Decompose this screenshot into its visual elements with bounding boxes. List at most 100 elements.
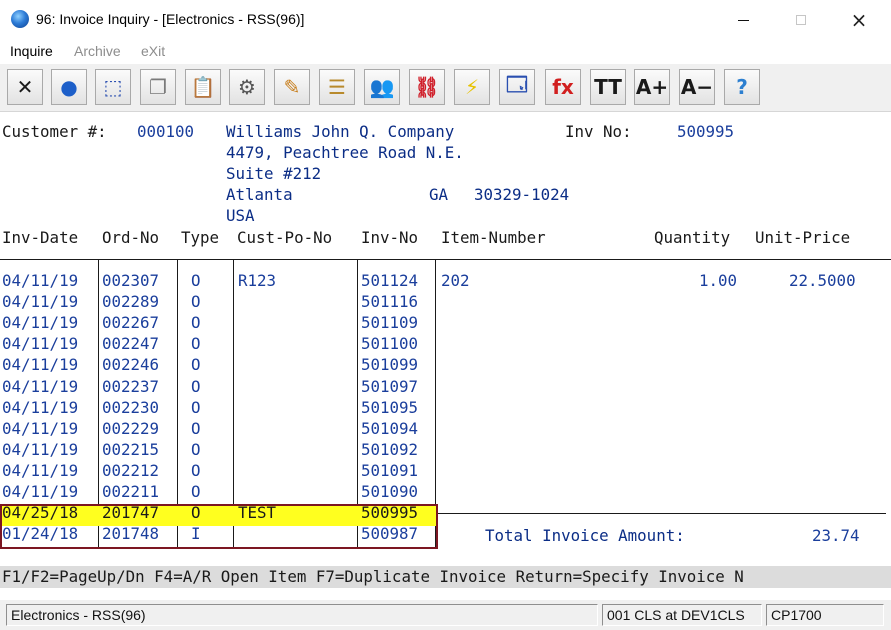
toolbar-button-close-x[interactable]: ✕ — [7, 69, 43, 105]
col-cust-po-no: Cust-Po-No — [237, 228, 333, 247]
customer-name: Williams John Q. Company — [226, 122, 455, 141]
cell-cust-po-no: R123 — [238, 271, 277, 290]
cell-inv-no: 501091 — [361, 460, 419, 480]
col-type: Type — [181, 228, 220, 247]
cell-type: O — [191, 439, 201, 459]
globe-icon: ● — [60, 75, 78, 99]
toolbar-button-users[interactable]: 👥 — [364, 69, 400, 105]
function-key-bar: F1/F2=PageUp/Dn F4=A/R Open Item F7=Dupl… — [0, 566, 891, 588]
cell-ord-no: 002289 — [102, 292, 160, 312]
detail-quantity: 1.00 — [699, 271, 738, 290]
gear-icon: ⚙ — [238, 75, 256, 99]
menu-bar: Inquire Archive eXit — [0, 40, 891, 64]
toolbar-button-gear[interactable]: ⚙ — [229, 69, 265, 105]
maximize-icon — [796, 15, 806, 25]
window-lightning-icon: 🗔 — [506, 72, 528, 96]
invoice-label: Inv No: — [565, 122, 632, 141]
minimize-button[interactable] — [720, 0, 766, 40]
cell-inv-no: 501094 — [361, 418, 419, 438]
menu-exit[interactable]: eXit — [141, 43, 165, 59]
cell-inv-no: 501097 — [361, 376, 419, 396]
customer-state: GA — [429, 185, 449, 204]
cell-ord-no: 002230 — [102, 397, 160, 417]
toolbar-button-font-tt[interactable]: TT — [590, 69, 626, 105]
close-icon: × — [850, 8, 868, 32]
cell-inv-no: 501124 — [361, 271, 419, 290]
cell-inv-no: 501095 — [361, 397, 419, 417]
toolbar-button-globe[interactable]: ● — [51, 69, 87, 105]
customer-zip: 30329-1024 — [474, 185, 570, 204]
toolbar-button-notepad[interactable]: ☰ — [319, 69, 355, 105]
toolbar-button-edit-pencil[interactable]: ✎ — [274, 69, 310, 105]
customer-number: 000100 — [137, 122, 195, 141]
toolbar-button-help[interactable]: ? — [724, 69, 760, 105]
total-value: 23.74 — [812, 526, 860, 545]
cell-type: O — [191, 376, 201, 396]
customer-city: Atlanta — [226, 185, 293, 204]
font-decrease-icon: A− — [680, 75, 714, 99]
link-icon: ⛓ — [414, 75, 440, 99]
cell-type: O — [191, 418, 201, 438]
cell-inv-date: 04/11/19 — [2, 418, 79, 438]
function-fx-icon: fx — [552, 75, 574, 99]
font-tt-icon: TT — [594, 75, 622, 99]
toolbar-button-paste[interactable]: 📋 — [185, 69, 221, 105]
cell-type: O — [191, 482, 201, 501]
toolbar-button-link[interactable]: ⛓ — [409, 69, 445, 105]
col-inv-date: Inv-Date — [2, 228, 79, 247]
cell-inv-date: 04/11/19 — [2, 376, 79, 396]
invoice-number: 500995 — [677, 122, 735, 141]
help-icon: ? — [736, 75, 748, 99]
cell-inv-date: 04/11/19 — [2, 334, 79, 354]
cell-inv-no: 501092 — [361, 439, 419, 459]
terminal-screen: Customer #: 000100 Williams John Q. Comp… — [0, 113, 891, 600]
cell-type: O — [191, 313, 201, 333]
col-inv-no: Inv-No — [361, 228, 419, 247]
total-divider — [438, 513, 886, 514]
cell-ord-no: 002229 — [102, 418, 160, 438]
cell-inv-date: 04/11/19 — [2, 355, 79, 375]
menu-inquire[interactable]: Inquire — [10, 43, 53, 59]
paste-icon: 📋 — [190, 75, 216, 99]
toolbar-button-lightning[interactable]: ⚡ — [454, 69, 490, 105]
cell-inv-date: 04/11/19 — [2, 460, 79, 480]
header-divider — [0, 259, 891, 260]
cell-inv-date: 04/11/19 — [2, 482, 79, 501]
cell-type: O — [191, 355, 201, 375]
cell-ord-no: 002237 — [102, 376, 160, 396]
users-icon: 👥 — [369, 75, 395, 99]
detail-item-number: 202 — [441, 271, 470, 290]
col-ord-no: Ord-No — [102, 228, 160, 247]
cell-ord-no: 002307 — [102, 271, 160, 290]
customer-address2: Suite #212 — [226, 164, 322, 183]
cell-ord-no: 002212 — [102, 460, 160, 480]
title-bar: 96: Invoice Inquiry - [Electronics - RSS… — [0, 0, 891, 40]
toolbar-button-font-increase[interactable]: A+ — [634, 69, 670, 105]
total-label: Total Invoice Amount: — [485, 526, 685, 545]
toolbar-button-function-fx[interactable]: fx — [545, 69, 581, 105]
cell-ord-no: 002246 — [102, 355, 160, 375]
toolbar-button-copy[interactable]: ❐ — [140, 69, 176, 105]
copy-icon: ❐ — [149, 75, 167, 99]
toolbar-button-font-decrease[interactable]: A− — [679, 69, 715, 105]
cell-ord-no: 002247 — [102, 334, 160, 354]
status-codepage: CP1700 — [766, 604, 884, 626]
cell-type: O — [191, 460, 201, 480]
cell-inv-no: 501100 — [361, 334, 419, 354]
select-box-icon: ⬚ — [103, 75, 123, 99]
toolbar: ✕ ● ⬚ ❐ 📋 ⚙ ✎ ☰ 👥 ⛓ ⚡ 🗔 fx TT A+ A−? — [0, 64, 891, 112]
close-button[interactable]: × — [836, 0, 882, 40]
toolbar-button-select-box[interactable]: ⬚ — [95, 69, 131, 105]
status-company: Electronics - RSS(96) — [6, 604, 598, 626]
customer-country: USA — [226, 206, 255, 225]
cell-type: O — [191, 397, 201, 417]
edit-pencil-icon: ✎ — [283, 75, 301, 99]
cell-type: O — [191, 334, 201, 354]
toolbar-button-window-lightning[interactable]: 🗔 — [499, 69, 535, 105]
cell-inv-no: 501109 — [361, 313, 419, 333]
cell-inv-date: 04/11/19 — [2, 439, 79, 459]
cell-ord-no: 002215 — [102, 439, 160, 459]
menu-archive[interactable]: Archive — [74, 43, 121, 59]
maximize-button[interactable] — [778, 0, 824, 40]
notepad-icon: ☰ — [328, 75, 346, 99]
